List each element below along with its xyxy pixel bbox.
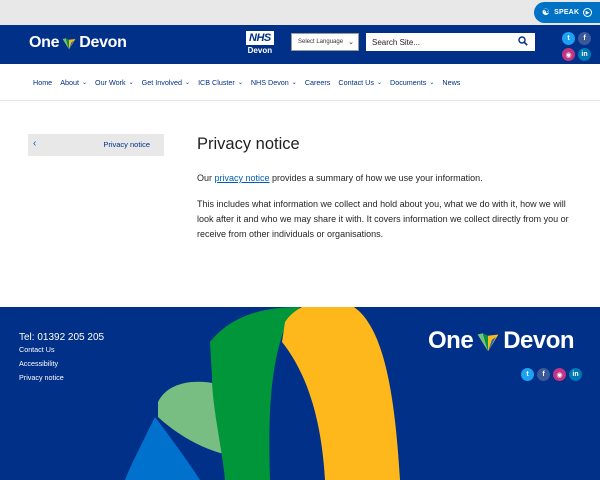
facebook-icon[interactable]: f bbox=[578, 32, 591, 45]
speak-button[interactable]: ☯ SPEAK ▶ bbox=[534, 2, 600, 23]
nav-item-home[interactable]: Home bbox=[33, 78, 52, 87]
search-icon[interactable] bbox=[518, 36, 528, 46]
nav-item-label: Careers bbox=[304, 77, 331, 87]
nav-item-label: Contact Us bbox=[338, 77, 374, 87]
nav-item-news[interactable]: News bbox=[442, 78, 460, 87]
footer-one-devon-logo[interactable]: One Devon bbox=[428, 327, 575, 355]
intro-text-start: Our bbox=[197, 173, 215, 183]
footer-logo-text-devon: Devon bbox=[503, 327, 575, 354]
side-menu-label[interactable]: Privacy notice bbox=[103, 140, 150, 149]
footer-link-accessibility[interactable]: Accessibility bbox=[19, 359, 58, 368]
intro-text-end: provides a summary of how we use your in… bbox=[269, 173, 483, 183]
main-content: Privacy notice Our privacy notice provid… bbox=[197, 135, 577, 253]
nav-item-about[interactable]: About ⌄ bbox=[60, 78, 87, 87]
linkedin-icon[interactable]: in bbox=[569, 368, 582, 381]
chevron-down-icon: ⌄ bbox=[429, 79, 435, 86]
nav-item-label: Our Work bbox=[95, 77, 126, 87]
nav-item-label: NHS Devon bbox=[250, 77, 289, 87]
chevron-down-icon: ⌄ bbox=[185, 79, 191, 86]
nav-item-nhs-devon[interactable]: NHS Devon ⌄ bbox=[251, 78, 297, 87]
twitter-icon[interactable]: t bbox=[521, 368, 534, 381]
heart-logo-icon bbox=[477, 333, 499, 352]
chevron-left-icon[interactable]: ‹ bbox=[33, 138, 36, 149]
site-footer: Tel: 01392 205 205 Contact Us Accessibil… bbox=[0, 307, 600, 480]
nav-item-documents[interactable]: Documents ⌄ bbox=[390, 78, 434, 87]
nav-item-label: News bbox=[442, 77, 461, 87]
heart-logo-icon bbox=[62, 38, 76, 50]
nhs-devon-logo[interactable]: NHS Devon bbox=[246, 31, 274, 56]
detail-paragraph: This includes what information we collec… bbox=[197, 199, 569, 239]
play-icon: ▶ bbox=[583, 8, 593, 17]
footer-logo-text-one: One bbox=[428, 327, 474, 354]
search-placeholder: Search Site... bbox=[372, 37, 421, 47]
page-title: Privacy notice bbox=[197, 135, 300, 153]
site-header: One Devon NHS Devon Select Language ⌄ Se… bbox=[0, 25, 600, 64]
main-navigation: Home About ⌄ Our Work ⌄ Get Involved ⌄ ICB Clus… bbox=[0, 64, 600, 101]
nhs-badge: NHS bbox=[246, 31, 274, 45]
search-input[interactable]: Search Site... bbox=[366, 33, 535, 51]
instagram-icon[interactable]: ◉ bbox=[553, 368, 566, 381]
footer-link-privacy[interactable]: Privacy notice bbox=[19, 373, 64, 382]
language-select-value: Select Language bbox=[298, 39, 344, 45]
footer-telephone[interactable]: Tel: 01392 205 205 bbox=[19, 332, 104, 343]
language-select[interactable]: Select Language ⌄ bbox=[291, 33, 359, 51]
utility-bar: ☯ SPEAK ▶ bbox=[0, 0, 600, 25]
privacy-notice-link[interactable]: privacy notice bbox=[215, 173, 270, 183]
nav-item-label: Documents bbox=[390, 77, 427, 87]
instagram-icon[interactable]: ◉ bbox=[562, 48, 575, 61]
chevron-down-icon: ⌄ bbox=[348, 39, 354, 46]
chevron-down-icon: ⌄ bbox=[376, 79, 382, 86]
header-social-links: t f ◉ in bbox=[562, 32, 591, 61]
twitter-icon[interactable]: t bbox=[562, 32, 575, 45]
chevron-down-icon: ⌄ bbox=[291, 79, 297, 86]
chevron-down-icon: ⌄ bbox=[81, 79, 88, 86]
nav-item-label: ICB Cluster bbox=[198, 77, 235, 87]
chevron-down-icon: ⌄ bbox=[128, 79, 134, 86]
nav-item-label: Get Involved bbox=[141, 77, 183, 87]
logo-text-one: One bbox=[29, 34, 60, 51]
nav-item-get-involved[interactable]: Get Involved ⌄ bbox=[142, 78, 190, 87]
nav-item-our-work[interactable]: Our Work ⌄ bbox=[95, 78, 134, 87]
logo-text-devon: Devon bbox=[79, 34, 127, 51]
accessibility-icon: ☯ bbox=[541, 7, 551, 17]
chevron-down-icon: ⌄ bbox=[237, 79, 243, 86]
linkedin-icon[interactable]: in bbox=[578, 48, 591, 61]
nav-item-contact-us[interactable]: Contact Us ⌄ bbox=[338, 78, 382, 87]
nav-item-careers[interactable]: Careers bbox=[305, 78, 331, 87]
intro-paragraph: Our privacy notice provides a summary of… bbox=[197, 171, 577, 186]
one-devon-logo[interactable]: One Devon bbox=[29, 34, 127, 52]
footer-link-contact[interactable]: Contact Us bbox=[19, 345, 55, 354]
speak-label: SPEAK bbox=[554, 9, 580, 16]
side-menu-item[interactable]: ‹ Privacy notice bbox=[28, 134, 164, 156]
nav-item-label: About bbox=[60, 77, 79, 87]
footer-social-links: t f ◉ in bbox=[521, 368, 582, 381]
nhs-sub-label: Devon bbox=[247, 46, 273, 55]
facebook-icon[interactable]: f bbox=[537, 368, 550, 381]
nav-item-icb-cluster[interactable]: ICB Cluster ⌄ bbox=[198, 78, 243, 87]
nav-item-label: Home bbox=[33, 77, 53, 87]
